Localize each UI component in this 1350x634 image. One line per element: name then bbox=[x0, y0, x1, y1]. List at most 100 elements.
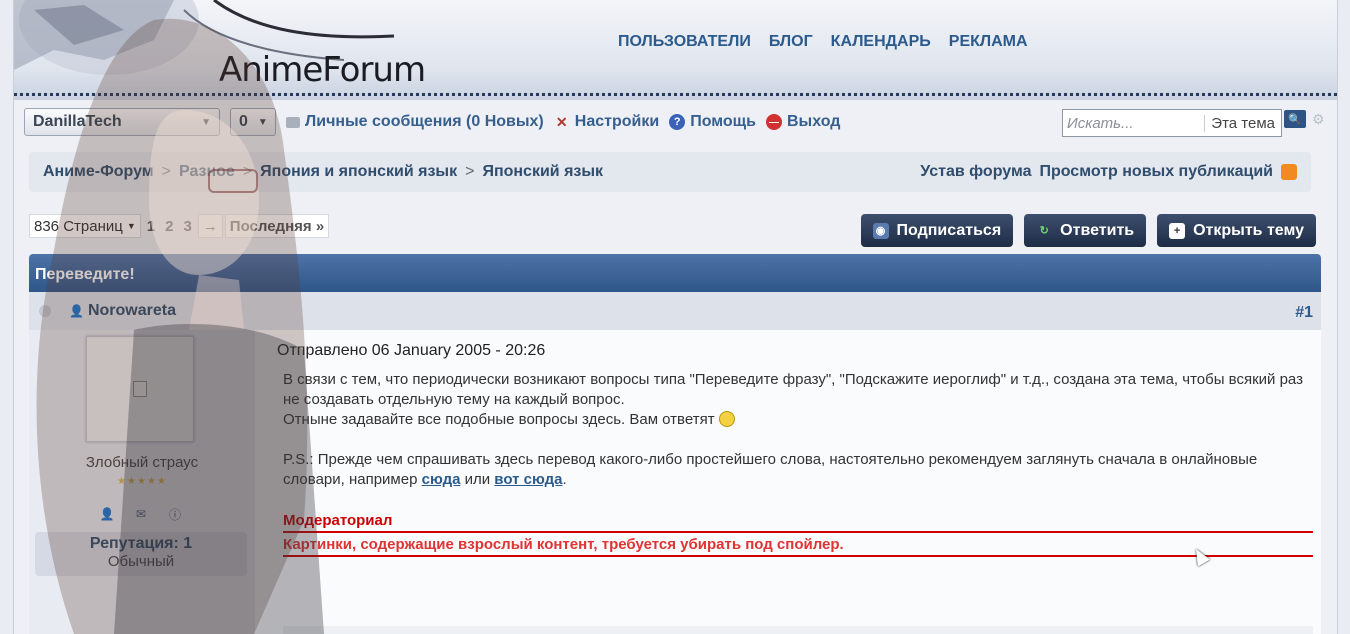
post-text-span: Отныне задавайте все подобные вопросы зд… bbox=[283, 411, 715, 428]
new-topic-label: Открыть тему bbox=[1193, 221, 1304, 239]
site-logo[interactable]: AnimeForum bbox=[219, 50, 426, 90]
profile-icon[interactable]: 👤 bbox=[99, 506, 115, 522]
breadcrumb-item[interactable]: Япония и японский язык bbox=[260, 163, 457, 181]
site-header: AnimeForum ПОЛЬЗОВАТЕЛИ БЛОГ КАЛЕНДАРЬ Р… bbox=[14, 0, 1337, 100]
info-icon[interactable]: ⓘ bbox=[167, 506, 183, 522]
next-page-button[interactable]: → bbox=[197, 214, 223, 238]
new-posts-link[interactable]: Просмотр новых публикаций bbox=[1039, 163, 1273, 181]
search-box: Искать... Эта тема bbox=[1062, 109, 1282, 137]
dictionary-link-2[interactable]: вот сюда bbox=[494, 471, 562, 488]
breadcrumb-separator: > bbox=[161, 163, 171, 180]
user-menu-dropdown[interactable]: DanillaTech ▼ bbox=[24, 108, 220, 136]
post-text-span: или bbox=[464, 471, 491, 488]
post-author-name: Norowareta bbox=[87, 302, 176, 319]
post-text-span: . bbox=[562, 471, 567, 488]
user-title: Злобный страус bbox=[85, 454, 199, 471]
mail-icon[interactable]: ✉ bbox=[133, 506, 149, 522]
moderator-notice-title: Модераториал bbox=[283, 512, 1313, 533]
reply-label: Ответить bbox=[1060, 221, 1135, 239]
page: AnimeForum ПОЛЬЗОВАТЕЛИ БЛОГ КАЛЕНДАРЬ Р… bbox=[13, 0, 1338, 634]
subscribe-button[interactable]: ◉ Подписаться bbox=[860, 214, 1014, 247]
search-icon: 🔍 bbox=[1288, 113, 1302, 126]
user-icon: 👤 bbox=[69, 304, 84, 318]
settings-link[interactable]: ✕ Настройки bbox=[554, 113, 659, 131]
pages-count: 836 Страниц bbox=[34, 217, 123, 235]
page-link[interactable]: 1 bbox=[143, 214, 159, 238]
post-text: В связи с тем, что периодически возникаю… bbox=[283, 370, 1313, 490]
feed-icon: ◉ bbox=[872, 222, 889, 239]
notification-count: 0 bbox=[239, 113, 248, 130]
chevron-down-icon: ▼ bbox=[257, 116, 268, 128]
post-author[interactable]: 👤 Norowareta bbox=[69, 302, 176, 320]
chevron-down-icon: ▼ bbox=[201, 116, 211, 128]
topic-title: Переведите! bbox=[35, 266, 135, 283]
search-button[interactable]: 🔍 bbox=[1284, 110, 1306, 128]
breadcrumb-item[interactable]: Аниме-Форум bbox=[43, 163, 154, 181]
nav-users[interactable]: ПОЛЬЗОВАТЕЛИ bbox=[618, 33, 751, 51]
breadcrumb-separator: > bbox=[465, 163, 475, 180]
reputation-value: Репутация: 1 bbox=[89, 535, 193, 552]
rank-stars: ★★★★★ bbox=[117, 476, 167, 487]
user-bar: DanillaTech ▼ 0 ▼ Личные сообщения (0 Но… bbox=[24, 108, 840, 136]
help-icon: ? bbox=[669, 114, 686, 130]
reputation-box: Репутация: 1 Обычный bbox=[35, 532, 247, 576]
post-header: 👤 Norowareta #1 bbox=[29, 292, 1321, 330]
avatar[interactable] bbox=[86, 336, 194, 442]
help-link[interactable]: ? Помощь bbox=[669, 113, 756, 131]
search-scope-select[interactable]: Эта тема bbox=[1204, 114, 1281, 132]
post-paragraph: Отныне задавайте все подобные вопросы зд… bbox=[283, 410, 1313, 430]
post-date: Отправлено 06 January 2005 - 20:26 bbox=[277, 342, 546, 359]
author-profile: Злобный страус ★★★★★ 👤 ✉ ⓘ Репутация: 1 … bbox=[29, 330, 255, 634]
breadcrumb-links: Устав форума Просмотр новых публикаций bbox=[920, 163, 1297, 181]
post-paragraph: В связи с тем, что периодически возникаю… bbox=[283, 371, 1303, 408]
nav-calendar[interactable]: КАЛЕНДАРЬ bbox=[831, 33, 931, 51]
notifications-dropdown[interactable]: 0 ▼ bbox=[230, 108, 276, 136]
mail-icon bbox=[286, 116, 300, 128]
reply-button[interactable]: ↻ Ответить bbox=[1024, 214, 1147, 247]
topic-actions: ◉ Подписаться ↻ Ответить + Открыть тему bbox=[860, 214, 1316, 247]
search-input[interactable]: Искать... bbox=[1063, 115, 1204, 132]
forum-rules-link[interactable]: Устав форума bbox=[920, 163, 1031, 181]
post-body: Отправлено 06 January 2005 - 20:26 В свя… bbox=[255, 330, 1321, 634]
tools-icon: ✕ bbox=[555, 113, 568, 130]
breadcrumb: Аниме-Форум > Разное > Япония и японский… bbox=[29, 152, 1311, 192]
logout-label: Выход bbox=[786, 113, 841, 130]
breadcrumb-item[interactable]: Японский язык bbox=[482, 163, 603, 181]
breadcrumb-item[interactable]: Разное bbox=[179, 163, 235, 181]
dictionary-link-1[interactable]: сюда bbox=[422, 471, 461, 488]
moderator-notice-text: Картинки, содержащие взрослый контент, т… bbox=[283, 533, 1313, 557]
pagination: 836 Страниц ▼ 1 2 3 → Последняя » bbox=[29, 214, 330, 238]
help-label: Помощь bbox=[690, 113, 756, 130]
messages-label: Личные сообщения (0 Новых) bbox=[305, 113, 544, 130]
offline-status-icon bbox=[39, 305, 51, 317]
messages-link[interactable]: Личные сообщения (0 Новых) bbox=[286, 113, 544, 131]
breadcrumb-path: Аниме-Форум > Разное > Япония и японский… bbox=[43, 163, 603, 181]
page-link[interactable]: 3 bbox=[179, 214, 195, 238]
reputation-level: Обычный bbox=[107, 553, 175, 570]
subscribe-label: Подписаться bbox=[896, 221, 1002, 239]
nav-ads[interactable]: РЕКЛАМА bbox=[949, 33, 1028, 51]
last-page-button[interactable]: Последняя » bbox=[224, 214, 330, 238]
page-link[interactable]: 2 bbox=[161, 214, 177, 238]
header-divider bbox=[14, 93, 1337, 96]
logout-icon: — bbox=[765, 114, 782, 130]
gear-icon[interactable]: ⚙ bbox=[1312, 111, 1325, 128]
moderator-notice: Модераториал Картинки, содержащие взросл… bbox=[283, 512, 1313, 557]
post-paragraph: P.S.: Прежде чем спрашивать здесь перево… bbox=[283, 450, 1313, 490]
post-number-link[interactable]: #1 bbox=[1295, 304, 1313, 322]
smiley-icon bbox=[718, 411, 735, 427]
breadcrumb-separator: > bbox=[242, 163, 253, 180]
broken-image-icon bbox=[133, 381, 147, 397]
logout-link[interactable]: — Выход bbox=[765, 113, 841, 131]
post-footer bbox=[283, 626, 1313, 634]
rss-icon[interactable] bbox=[1281, 164, 1297, 180]
reply-icon: ↻ bbox=[1039, 225, 1049, 237]
nav-blog[interactable]: БЛОГ bbox=[769, 33, 813, 51]
chevron-down-icon: ▼ bbox=[126, 221, 136, 231]
page-jump-dropdown[interactable]: 836 Страниц ▼ bbox=[29, 214, 141, 238]
new-topic-button[interactable]: + Открыть тему bbox=[1157, 214, 1316, 247]
top-nav: ПОЛЬЗОВАТЕЛИ БЛОГ КАЛЕНДАРЬ РЕКЛАМА bbox=[618, 33, 1028, 51]
document-icon: + bbox=[1169, 222, 1186, 239]
topic-title-bar: Переведите! bbox=[29, 254, 1321, 292]
